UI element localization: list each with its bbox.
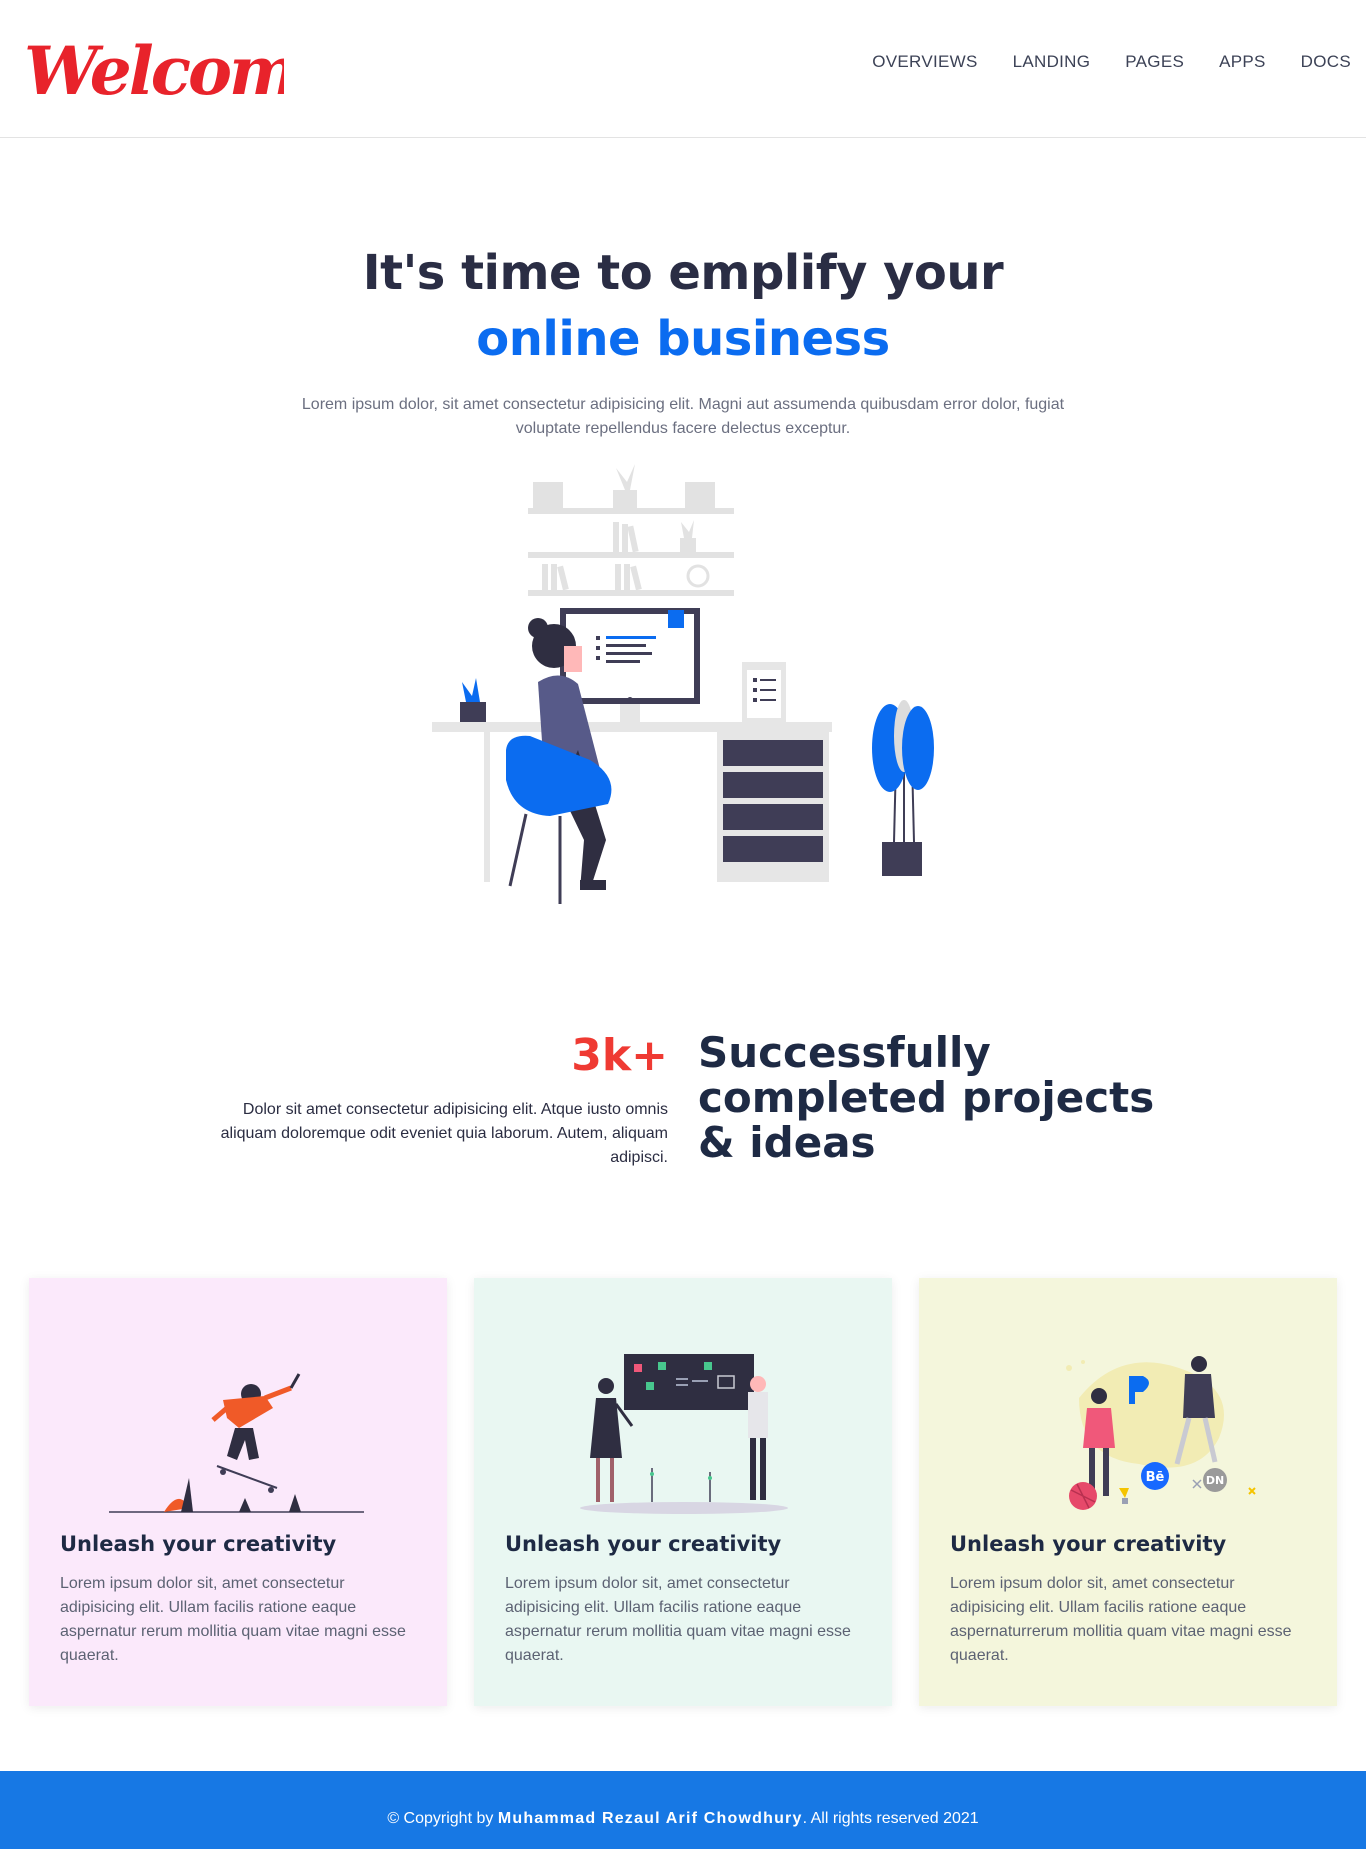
card-title: Unleash your creativity (950, 1532, 1227, 1556)
social-network-illustration: Bē DN (1066, 1356, 1256, 1510)
card-body: Lorem ipsum dolor sit, amet consectetur … (950, 1575, 1292, 1664)
stats-heading: Successfully completed projects & ideas (698, 1028, 1155, 1167)
logo-text: Welcome (24, 32, 284, 110)
hero-title: It's time to emplify your online busines… (0, 240, 1366, 372)
potted-plant-illustration (872, 700, 934, 876)
projects-count: 3k+ (571, 1030, 668, 1081)
stats-description: Dolor sit amet consectetur adipisicing e… (220, 1101, 668, 1166)
hero-description: Lorem ipsum dolor, sit amet consectetur … (301, 396, 1065, 437)
dribbble-next-icon: DN (1203, 1468, 1227, 1492)
feature-card-3[interactable]: Bē DN Unleash your creativity Lorem ipsu… (919, 1278, 1337, 1706)
site-header: Welcome OVERVIEWS LANDING PAGES APPS DOC… (0, 0, 1366, 138)
svg-text:DN: DN (1206, 1474, 1224, 1487)
nav-pages[interactable]: PAGES (1125, 52, 1184, 72)
hero-title-highlight: online business (476, 311, 890, 367)
welcome-logo[interactable]: Welcome (24, 12, 284, 122)
card-body: Lorem ipsum dolor sit, amet consectetur … (60, 1575, 406, 1664)
nav-apps[interactable]: APPS (1219, 52, 1266, 72)
feature-card-2[interactable]: Unleash your creativity Lorem ipsum dolo… (474, 1278, 892, 1706)
feature-card-1[interactable]: Unleash your creativity Lorem ipsum dolo… (29, 1278, 447, 1706)
hero-title-line1: It's time to emplify your (362, 245, 1004, 301)
team-board-illustration (580, 1354, 788, 1514)
nav-overviews[interactable]: OVERVIEWS (872, 52, 977, 72)
main-nav: OVERVIEWS LANDING PAGES APPS DOCS (872, 52, 1366, 72)
copyright-prefix: © Copyright by (387, 1810, 498, 1827)
copyright-author: Muhammad Rezaul Arif Chowdhury (497, 1810, 803, 1827)
behance-icon: Bē (1141, 1462, 1169, 1490)
card-body: Lorem ipsum dolor sit, amet consectetur … (505, 1575, 851, 1664)
copyright-suffix: . All rights reserved 2021 (802, 1810, 979, 1827)
nav-docs[interactable]: DOCS (1301, 52, 1351, 72)
bookshelf-illustration (528, 464, 734, 596)
svg-text:Bē: Bē (1146, 1470, 1165, 1485)
card-title: Unleash your creativity (505, 1532, 782, 1556)
workspace-illustration (432, 464, 934, 904)
nav-landing[interactable]: LANDING (1013, 52, 1091, 72)
skateboarder-illustration (109, 1373, 364, 1513)
card-title: Unleash your creativity (60, 1532, 337, 1556)
site-footer: © Copyright by Muhammad Rezaul Arif Chow… (0, 1771, 1366, 1849)
desk-illustration (432, 608, 832, 882)
